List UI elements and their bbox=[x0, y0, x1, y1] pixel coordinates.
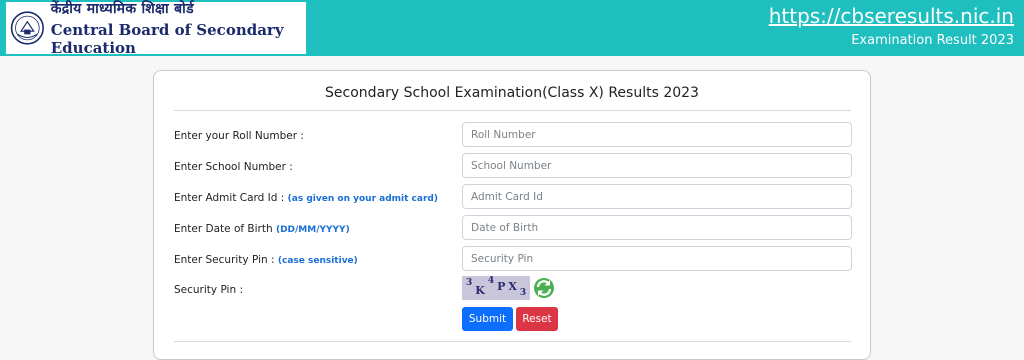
admit-card-label-text: Enter Admit Card Id : bbox=[174, 192, 285, 204]
form-title: Secondary School Examination(Class X) Re… bbox=[325, 85, 699, 101]
school-number-label-text: Enter School Number : bbox=[174, 161, 293, 173]
captcha-char: 3 bbox=[519, 288, 527, 298]
dob-label-text: Enter Date of Birth bbox=[174, 223, 273, 235]
captcha-image: 3 K 4 P X 3 bbox=[462, 276, 530, 300]
security-pin-hint: (case sensitive) bbox=[277, 256, 358, 266]
captcha-char: 4 bbox=[487, 276, 495, 286]
dob-hint: (DD/MM/YYYY) bbox=[275, 225, 350, 235]
roll-number-label: Enter your Roll Number : bbox=[174, 130, 304, 142]
logo-hindi-name: केंद्रीय माध्यमिक शिक्षा बोर्ड bbox=[50, 1, 194, 17]
reset-button[interactable]: Reset bbox=[516, 307, 558, 331]
result-form-card: Secondary School Examination(Class X) Re… bbox=[153, 70, 871, 360]
cbse-seal-icon bbox=[10, 11, 44, 45]
admit-card-hint: (as given on your admit card) bbox=[287, 194, 438, 204]
school-number-input[interactable] bbox=[462, 153, 852, 178]
captcha-char: X bbox=[508, 280, 517, 293]
dob-input[interactable] bbox=[462, 215, 852, 240]
header-subtitle: Examination Result 2023 bbox=[851, 33, 1014, 48]
logo-text: केंद्रीय माध्यमिक शिक्षा बोर्ड Central B… bbox=[51, 0, 306, 57]
school-number-label: Enter School Number : bbox=[174, 161, 293, 173]
refresh-icon[interactable] bbox=[533, 277, 555, 299]
roll-number-input[interactable] bbox=[462, 122, 852, 147]
admit-card-input[interactable] bbox=[462, 184, 852, 209]
submit-button[interactable]: Submit bbox=[462, 307, 513, 331]
logo-english-name: Central Board of Secondary Education bbox=[50, 21, 284, 57]
site-url-link[interactable]: https://cbseresults.nic.in bbox=[769, 4, 1014, 28]
captcha-char: 3 bbox=[466, 278, 473, 288]
cbse-logo[interactable]: केंद्रीय माध्यमिक शिक्षा बोर्ड Central B… bbox=[6, 0, 306, 57]
site-header: केंद्रीय माध्यमिक शिक्षा बोर्ड Central B… bbox=[0, 0, 1024, 57]
admit-card-label: Enter Admit Card Id : (as given on your … bbox=[174, 192, 438, 204]
security-pin-label: Security Pin : bbox=[174, 284, 244, 296]
captcha-char: P bbox=[497, 280, 506, 293]
roll-number-label-text: Enter your Roll Number : bbox=[174, 130, 304, 142]
title-divider bbox=[174, 110, 851, 111]
security-pin-input[interactable] bbox=[462, 246, 852, 271]
captcha-char: K bbox=[475, 284, 485, 297]
security-pin-entry-label-text: Enter Security Pin : bbox=[174, 254, 275, 266]
security-pin-entry-label: Enter Security Pin : (case sensitive) bbox=[174, 254, 358, 266]
dob-label: Enter Date of Birth (DD/MM/YYYY) bbox=[174, 223, 350, 235]
